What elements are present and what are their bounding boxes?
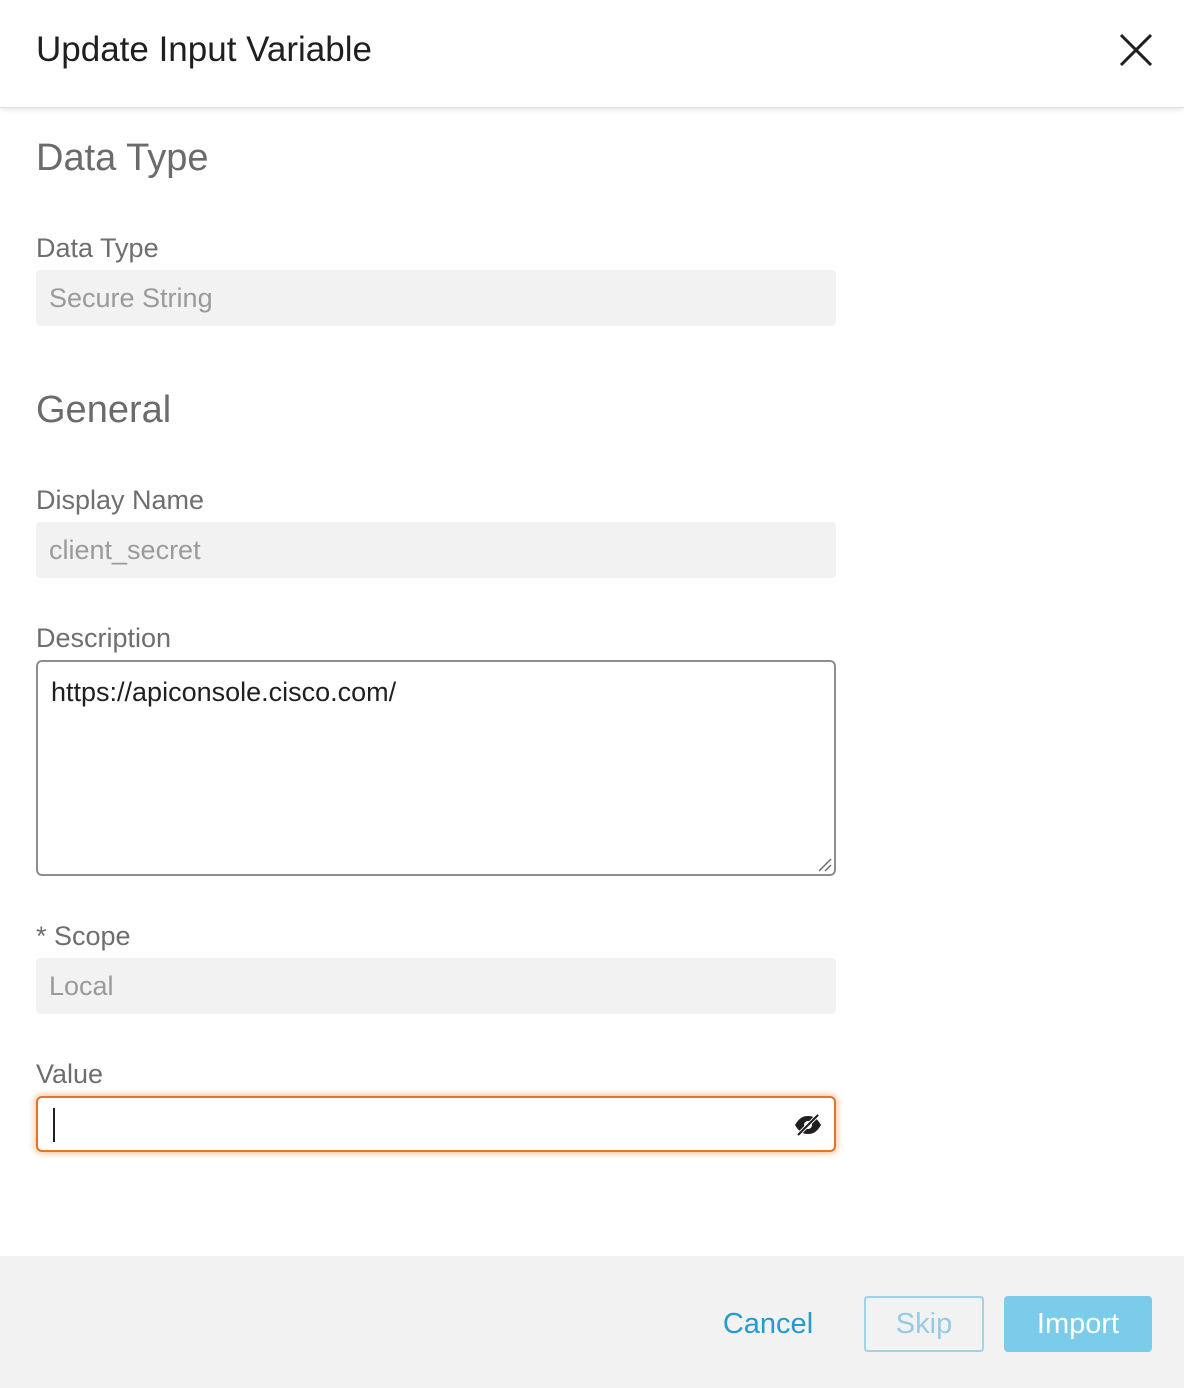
scope-field: Local (36, 958, 836, 1014)
description-text: https://apiconsole.cisco.com/ (51, 677, 397, 707)
display-name-field: client_secret (36, 522, 836, 578)
description-textarea[interactable]: https://apiconsole.cisco.com/ (36, 660, 836, 876)
section-title-general: General (36, 389, 172, 431)
description-label: Description (36, 623, 172, 653)
display-name-label: Display Name (36, 485, 205, 515)
toggle-visibility-button[interactable] (792, 1110, 824, 1140)
value-input[interactable] (36, 1096, 836, 1152)
data-type-field: Secure String (36, 270, 836, 326)
eye-off-icon (795, 1113, 821, 1137)
text-cursor (53, 1108, 55, 1142)
close-icon (1119, 33, 1153, 67)
data-type-label: Data Type (36, 233, 159, 263)
import-button[interactable]: Import (1004, 1296, 1152, 1352)
dialog-footer: Cancel Skip Import (0, 1256, 1184, 1388)
section-title-data-type: Data Type (36, 137, 209, 179)
scope-label: * Scope (36, 921, 131, 951)
resize-grip-icon[interactable] (816, 856, 832, 872)
dialog-header: Update Input Variable (0, 0, 1184, 108)
dialog-title: Update Input Variable (36, 30, 372, 69)
value-label: Value (36, 1059, 104, 1089)
cancel-button[interactable]: Cancel (706, 1296, 830, 1352)
skip-button[interactable]: Skip (864, 1296, 984, 1352)
close-button[interactable] (1110, 24, 1162, 76)
update-input-variable-dialog: Update Input Variable Data Type Data Typ… (0, 0, 1184, 1388)
